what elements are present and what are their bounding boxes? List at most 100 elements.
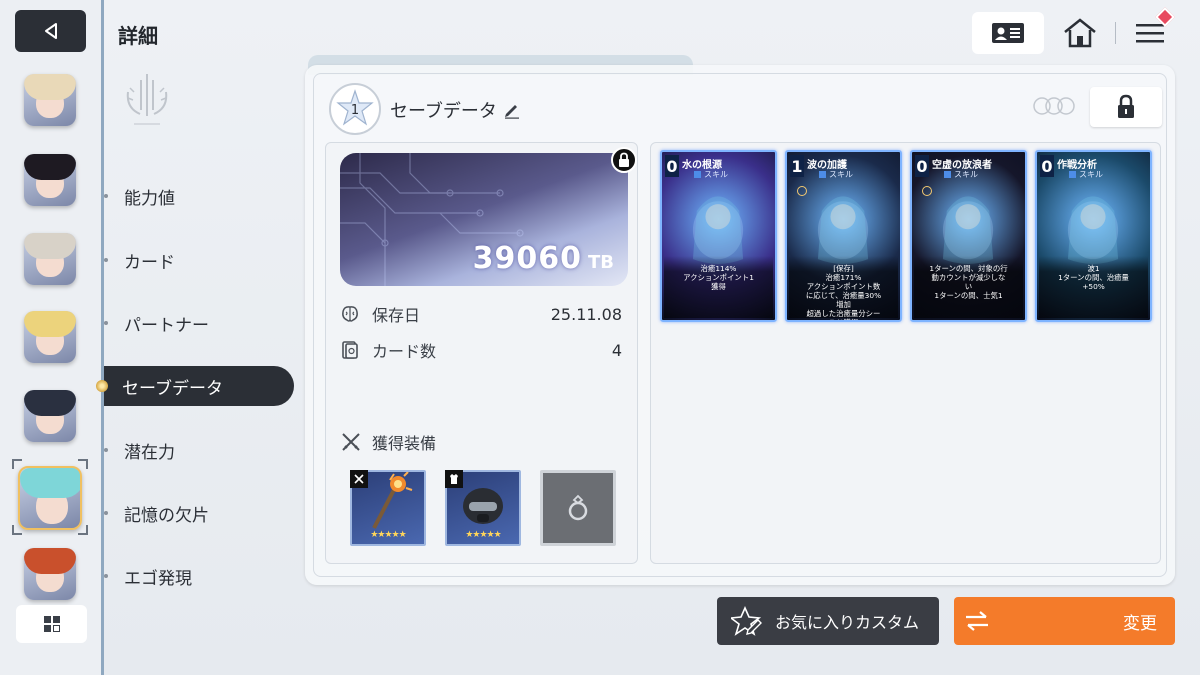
card-description: 治癒114% アクションポイント1 獲得 [664,256,773,318]
character-list-button[interactable] [16,605,87,643]
change-label: 変更 [1123,613,1157,634]
favorite-custom-label: お気に入りカスタム [775,613,920,632]
avatar-character-2[interactable] [24,154,76,206]
lock-button[interactable] [1090,87,1162,127]
skill-card-1[interactable]: 0 水の根源 スキル 治癒114% アクションポイント1 獲得 [660,150,777,322]
menu-item-1[interactable]: 能力値 [104,176,294,216]
emblem-logo [126,74,168,125]
active-marker-icon [96,380,108,392]
menu-item-label: エゴ発現 [124,568,192,589]
equipment-weapon-slot[interactable]: ★★★★★ [350,470,426,546]
equipment-ring-slot-empty[interactable] [540,470,616,546]
card-type: スキル [1069,169,1103,180]
save-date-label: 保存日 [372,306,421,325]
save-title[interactable]: セーブデータ [390,97,521,123]
menu-item-6[interactable]: 記憶の欠片 [104,493,294,533]
card-count-row: カード数 4 [340,338,622,362]
menu-item-label: 記憶の欠片 [124,505,209,526]
bullet-icon [104,511,108,515]
home-icon [1064,18,1096,48]
avatar-character-7[interactable] [24,548,76,600]
save-slot-badge: 1 [329,83,381,135]
skill-card-2[interactable]: 1 波の加護 スキル [保存] 治癒171% アクションポイント数 に応じて、治癒量3… [785,150,902,322]
armor-stars: ★★★★★ [465,530,501,540]
skill-card-4[interactable]: 0 作戦分析 スキル 波1 1ターンの間、治癒量 +50% [1035,150,1152,322]
avatar-character-5[interactable] [24,390,76,442]
save-date-row: 保存日 25.11.08 [340,302,622,326]
menu-item-label: セーブデータ [122,378,223,399]
card-cost: 1 [790,155,804,177]
equipment-title-text: 獲得装備 [372,434,437,453]
top-divider [1115,22,1116,44]
card-type: スキル [694,169,728,180]
change-button[interactable]: 変更 [954,597,1175,645]
back-arrow-icon [44,23,57,39]
bullet-icon [104,321,108,325]
bullet-icon [104,258,108,262]
favorite-custom-button[interactable]: お気に入りカスタム [717,597,939,645]
menu-item-7[interactable]: エゴ発現 [104,556,294,596]
swap-arrows-icon [966,611,988,631]
bullet-icon [104,448,108,452]
avatar-hair [24,311,76,337]
grid-icon [43,616,60,632]
star-edit-icon [731,606,762,636]
card-description: 波1 1ターンの間、治癒量 +50% [1039,256,1148,318]
card-count-label: カード数 [372,342,437,361]
page-title: 詳細 [118,24,158,48]
armor-type-icon [445,470,463,488]
menu-item-5[interactable]: 潜在力 [104,430,294,470]
weapon-stars: ★★★★★ [370,530,406,540]
menu-item-label: パートナー [124,315,209,336]
menu-item-2[interactable]: カード [104,240,294,280]
equipment-armor-slot[interactable]: ★★★★★ [445,470,521,546]
tb-score-card: 39060 TB [340,153,628,286]
equipment-title: 獲得装備 [340,430,436,454]
avatar-hair [24,390,76,416]
edit-pencil-icon[interactable] [503,101,521,119]
card-cost: 0 [915,155,929,177]
menu-item-label: 潜在力 [124,442,175,463]
save-date-value: 25.11.08 [550,304,622,324]
selected-character-frame [12,459,88,535]
card-count-value: 4 [611,340,622,360]
tb-value: 39060 [472,241,582,276]
id-card-icon [992,23,1024,43]
avatar-character-3[interactable] [24,233,76,285]
menu-item-label: カード [124,252,175,273]
card-description: 1ターンの間、対象の行 動カウントが減少しな い 1ターンの間、士気1 [914,256,1023,318]
card-description: [保存] 治癒171% アクションポイント数 に応じて、治癒量30% 増加 超過… [789,256,898,320]
gear-icon [922,186,932,196]
card-cost: 0 [1040,155,1054,177]
menu-item-3[interactable]: パートナー [104,303,294,343]
skill-card-3[interactable]: 0 空虚の放浪者 スキル 1ターンの間、対象の行 動カウントが減少しな い 1ターンの… [910,150,1027,322]
avatar-hair [24,233,76,259]
slot-number: 1 [351,103,359,118]
gear-icon [797,186,807,196]
lock-icon [1118,94,1134,118]
card-count-icon [342,341,358,359]
hamburger-icon [1136,24,1164,43]
weapon-type-icon [350,470,368,488]
card-type: スキル [944,169,978,180]
menu-item-4[interactable]: セーブデータ [96,366,294,406]
ring-icon [568,494,588,521]
bullet-icon [104,194,108,198]
avatar-hair [24,74,76,100]
tb-lock-icon [611,147,637,173]
bullet-icon [104,574,108,578]
crossed-swords-icon [342,433,360,451]
avatar-character-1[interactable] [24,74,76,126]
avatar-hair [24,548,76,574]
tb-unit: TB [588,252,614,273]
card-cost: 0 [665,155,679,177]
home-button[interactable] [1058,12,1102,54]
back-button[interactable] [15,10,86,52]
avatar-character-4[interactable] [24,311,76,363]
rings-decoration-icon [1033,97,1075,115]
profile-card-button[interactable] [972,12,1044,54]
card-type: スキル [819,169,853,180]
menu-item-label: 能力値 [124,188,175,209]
brain-icon [342,306,358,322]
star-badge-icon: 1 [336,89,374,126]
